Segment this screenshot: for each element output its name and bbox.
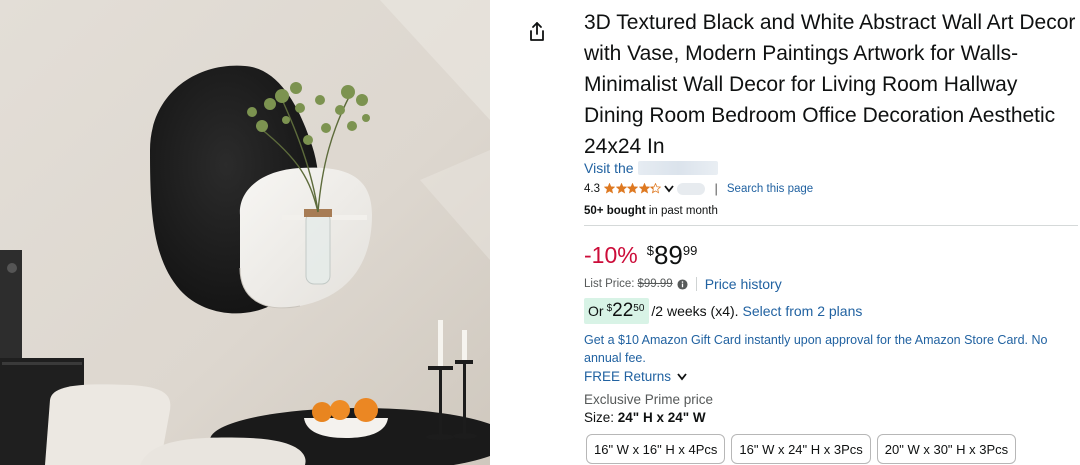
- gift-card-offer[interactable]: Get a $10 Amazon Gift Card instantly upo…: [584, 331, 1074, 367]
- bought-count-rest: in past month: [648, 205, 718, 217]
- share-icon[interactable]: [525, 20, 549, 44]
- list-price-label: List Price:: [584, 278, 635, 290]
- size-option[interactable]: 20" W x 30" H x 3Pcs: [876, 434, 1017, 464]
- size-option[interactable]: 16" W x 16" H x 4Pcs: [586, 434, 726, 464]
- rating-value: 4.3: [584, 182, 600, 195]
- star-rating[interactable]: [604, 183, 662, 194]
- price-history-link[interactable]: Price history: [705, 276, 782, 292]
- size-option[interactable]: 16" W x 24" H x 3Pcs: [731, 434, 871, 464]
- product-title: 3D Textured Black and White Abstract Wal…: [584, 11, 1076, 158]
- installment-row: Or $ 22 50 /2 weeks (x4). Select from 2 …: [584, 298, 862, 324]
- price-row: -10% $ 89 99: [584, 240, 697, 270]
- free-returns-link[interactable]: FREE Returns: [584, 369, 688, 384]
- list-price-separator: [695, 277, 697, 291]
- installment-badge: Or $ 22 50: [584, 298, 650, 324]
- search-this-page-link[interactable]: Search this page: [727, 183, 813, 195]
- bought-count: 50+ bought in past month: [584, 205, 718, 217]
- star-icon: [650, 183, 661, 194]
- store-name-redacted: [637, 161, 718, 175]
- price-whole: 89: [653, 240, 683, 270]
- bought-count-bold: 50+ bought: [584, 205, 646, 217]
- divider: [584, 225, 1078, 226]
- prime-price-label: Exclusive Prime price: [584, 392, 714, 407]
- select-plans-link[interactable]: Select from 2 plans: [743, 303, 863, 319]
- installment-or-label: Or: [588, 303, 604, 319]
- size-value: 24" H x 24" W: [617, 410, 706, 425]
- free-returns-label[interactable]: FREE Returns: [584, 369, 671, 384]
- star-icon: [638, 183, 650, 194]
- store-link[interactable]: Visit the: [584, 160, 718, 176]
- installment-whole: 22: [612, 300, 634, 321]
- rating-separator: |: [714, 181, 718, 196]
- chevron-down-icon[interactable]: [663, 184, 675, 194]
- list-price-value: $99.99: [637, 278, 673, 290]
- size-label: Size:: [584, 410, 615, 425]
- installment-term: /2 weeks (x4).: [651, 303, 739, 319]
- size-selection: Size: 24" H x 24" W: [584, 410, 706, 425]
- product-image[interactable]: [0, 0, 490, 465]
- store-link-label[interactable]: Visit the: [584, 160, 634, 176]
- star-icon: [615, 183, 627, 194]
- price-currency: $: [646, 243, 654, 258]
- price-fraction: 99: [682, 243, 698, 258]
- rating-count-redacted: [676, 182, 705, 195]
- discount-percent: -10%: [584, 242, 638, 268]
- installment-fraction: 50: [633, 303, 645, 314]
- star-icon: [627, 183, 638, 194]
- list-price-row: List Price: $99.99 Price history: [584, 276, 782, 292]
- info-icon[interactable]: [677, 278, 688, 290]
- chevron-down-icon[interactable]: [676, 372, 688, 382]
- size-options: 16" W x 16" H x 4Pcs 16" W x 24" H x 3Pc…: [586, 434, 1022, 464]
- rating-row: 4.3 | Search this page: [584, 181, 813, 196]
- star-icon: [604, 183, 615, 194]
